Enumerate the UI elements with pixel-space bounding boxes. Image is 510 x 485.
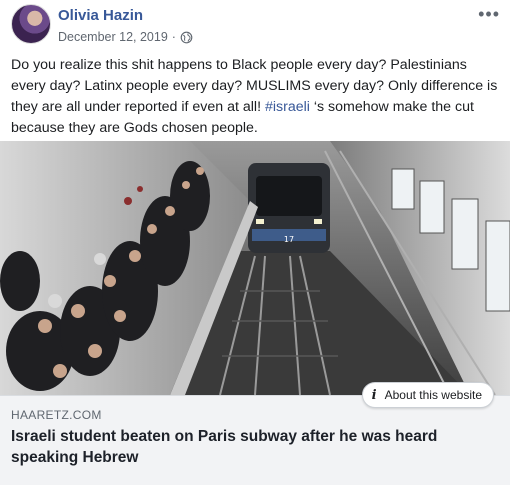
link-title[interactable]: Israeli student beaten on Paris subway a… bbox=[11, 426, 491, 468]
subway-photo: 17 bbox=[0, 141, 510, 395]
hashtag-link[interactable]: #israeli bbox=[265, 99, 310, 115]
train-number: 17 bbox=[284, 235, 294, 244]
about-website-button[interactable]: i About this website bbox=[361, 382, 494, 408]
info-icon: i bbox=[371, 387, 377, 403]
post-header: Olivia Hazin December 12, 2019 · ••• bbox=[0, 0, 510, 52]
avatar[interactable] bbox=[11, 4, 51, 44]
link-domain: HAARETZ.COM bbox=[11, 408, 102, 422]
more-options-icon[interactable]: ••• bbox=[478, 4, 500, 25]
link-preview-image[interactable]: 17 bbox=[0, 141, 510, 395]
author-name[interactable]: Olivia Hazin bbox=[58, 7, 143, 24]
about-website-label: About this website bbox=[384, 388, 482, 402]
post-meta: December 12, 2019 · bbox=[58, 30, 193, 44]
date-separator: · bbox=[171, 30, 176, 44]
link-preview[interactable]: 17 HAARETZ.COM Israeli student beaten on… bbox=[0, 141, 510, 485]
post-date[interactable]: December 12, 2019 bbox=[58, 30, 168, 44]
globe-icon[interactable] bbox=[180, 31, 193, 44]
post-text: Do you realize this shit happens to Blac… bbox=[11, 55, 503, 139]
link-caption[interactable]: HAARETZ.COM Israeli student beaten on Pa… bbox=[0, 395, 510, 485]
